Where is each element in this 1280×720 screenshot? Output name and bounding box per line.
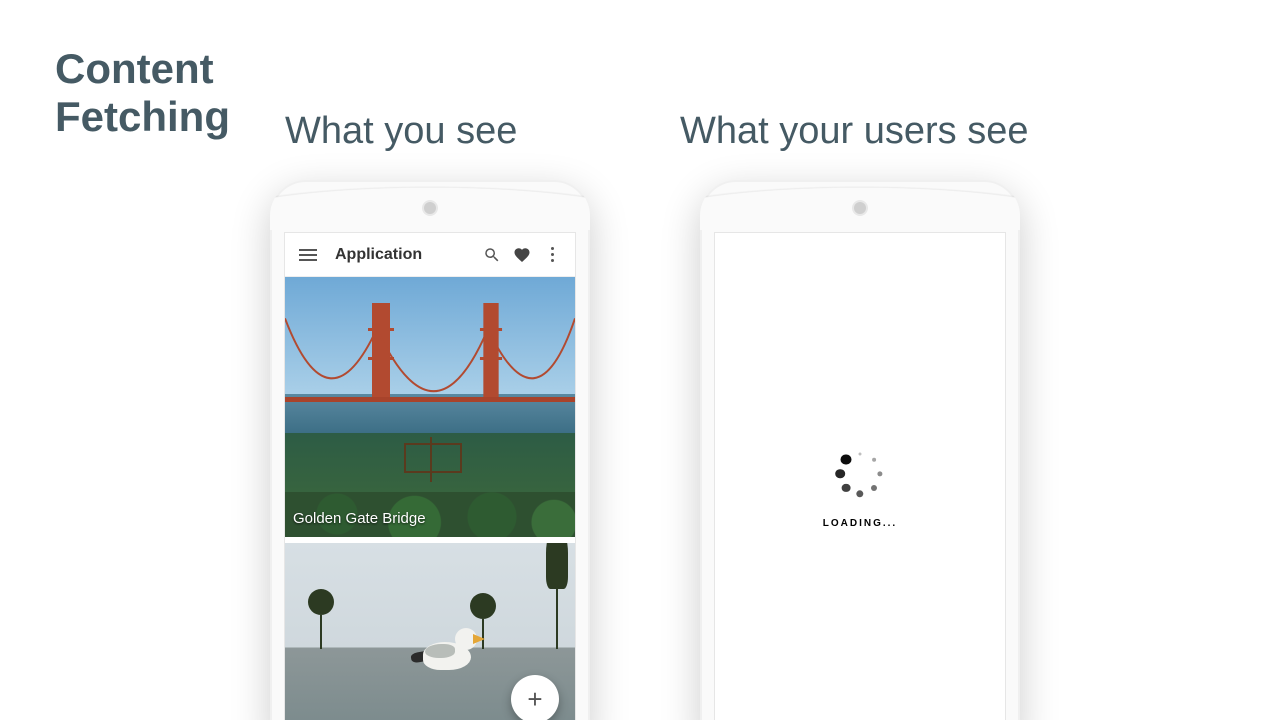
phone-user: LOADING... <box>700 180 1020 720</box>
phone-speaker <box>424 202 436 214</box>
overflow-icon <box>551 247 554 250</box>
photo-golden-gate <box>285 277 575 537</box>
search-icon <box>483 246 501 264</box>
overflow-button[interactable] <box>537 240 567 270</box>
app-title: Application <box>335 246 477 264</box>
phone-screen: Application <box>284 232 576 720</box>
caption-user: What your users see <box>680 110 1028 153</box>
menu-button[interactable] <box>293 240 323 270</box>
app-bar: Application <box>285 233 575 277</box>
loading-label: LOADING... <box>823 518 897 529</box>
favorite-button[interactable] <box>507 240 537 270</box>
slide: Content Fetching What you see What your … <box>0 0 1280 720</box>
plus-icon: + <box>527 684 542 715</box>
phone-speaker <box>854 202 866 214</box>
loading-view: LOADING... <box>715 233 1005 720</box>
slide-title: Content Fetching <box>55 45 315 142</box>
caption-developer: What you see <box>285 110 517 153</box>
card-caption: Golden Gate Bridge <box>293 510 426 527</box>
spinner-icon <box>830 444 890 504</box>
search-button[interactable] <box>477 240 507 270</box>
list-item[interactable]: Golden Gate Bridge <box>285 277 575 537</box>
heart-icon <box>513 246 531 264</box>
fab-add-button[interactable]: + <box>511 675 559 720</box>
phone-screen: LOADING... <box>714 232 1006 720</box>
hamburger-icon <box>299 249 317 261</box>
content-list[interactable]: Golden Gate Bridge + <box>285 277 575 720</box>
phone-developer: Application <box>270 180 590 720</box>
